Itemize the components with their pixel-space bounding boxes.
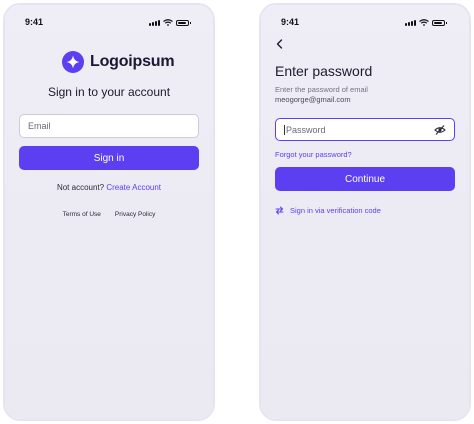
verification-code-link[interactable]: Sign in via verification code [275,206,381,215]
email-placeholder: Email [28,121,51,131]
login-screen: 9:41 Logoipsum Sign in to your account E… [5,5,213,419]
status-bar: 9:41 [261,17,469,31]
footer-links: Terms of Use Privacy Policy [5,211,213,218]
status-icons [405,19,447,26]
email-field[interactable]: Email [19,114,199,138]
back-arrow-icon[interactable] [274,38,286,50]
email-address: meogorge@gmail.com [275,95,351,104]
password-screen: 9:41 Enter password Enter the password o… [261,5,469,419]
wifi-icon [163,19,173,26]
swap-icon [275,206,284,215]
battery-icon [432,20,447,26]
text-caret [284,124,285,135]
eye-off-icon[interactable] [434,124,446,136]
privacy-link[interactable]: Privacy Policy [115,211,155,218]
star-logo-icon [62,51,84,73]
status-time: 9:41 [25,17,44,27]
continue-button[interactable]: Continue [275,167,455,191]
status-icons [149,19,191,26]
create-account-link[interactable]: Create Account [106,183,161,192]
status-bar: 9:41 [5,17,213,31]
signal-icon [405,20,416,26]
battery-icon [176,20,191,26]
subtitle-text: Enter the password of email [275,85,368,94]
page-title: Enter password [275,63,373,79]
wifi-icon [419,19,429,26]
password-field[interactable]: Password [275,118,455,141]
password-placeholder: Password [286,124,326,135]
brand-logo: Logoipsum [62,51,175,73]
no-account-text: Not account? [56,183,105,192]
brand-name: Logoipsum [90,53,175,70]
status-time: 9:41 [281,17,300,27]
signin-button[interactable]: Sign in [19,146,199,170]
verification-code-label: Sign in via verification code [290,206,381,215]
no-account-row: Not account? Create Account [5,183,213,192]
forgot-password-link[interactable]: Forgot your password? [275,150,352,159]
signal-icon [149,20,160,26]
page-title: Sign in to your account [47,85,171,99]
terms-link[interactable]: Terms of Use [63,211,101,218]
